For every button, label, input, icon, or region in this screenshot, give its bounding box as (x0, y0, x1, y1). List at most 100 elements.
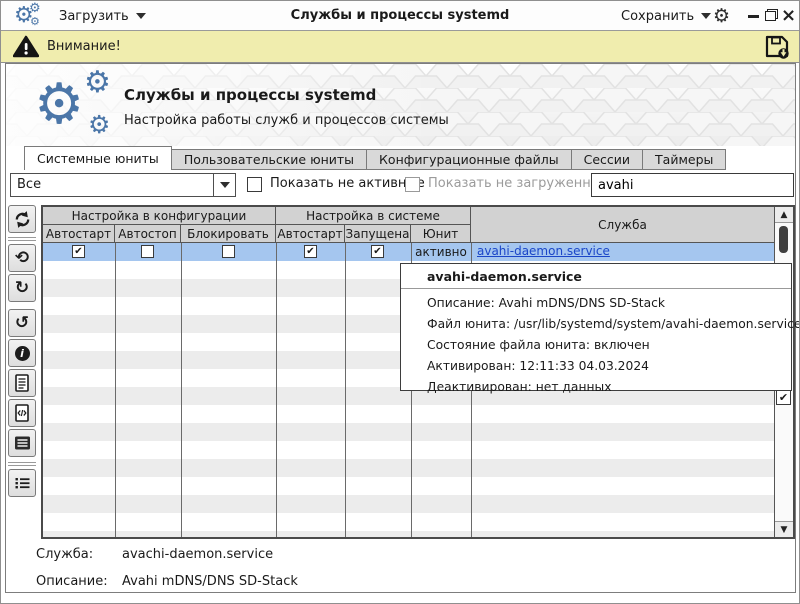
save-to-disk-icon[interactable] (764, 34, 791, 60)
show-unloaded-checkbox[interactable] (405, 177, 420, 192)
tab-bar: Системные юниты Пользовательские юниты К… (24, 146, 726, 170)
check-icon: ✔ (779, 391, 788, 404)
group-header-config: Настройка в конфигурации (43, 207, 276, 225)
document-icon (14, 374, 30, 392)
column-divider (115, 243, 116, 537)
autostart-system-checkbox[interactable]: ✔ (304, 245, 317, 258)
column-header-unit[interactable]: Юнит (411, 225, 471, 243)
settings-gear-icon[interactable]: ⚙ (713, 4, 730, 28)
gear-icon: ⚙ (29, 2, 41, 15)
status-service-label: Служба: (36, 547, 93, 562)
minimize-button[interactable] (748, 15, 759, 18)
service-link[interactable]: avahi-daemon.service (477, 244, 610, 258)
undo-icon: ↺ (15, 315, 29, 332)
stray-checked-checkbox[interactable]: ✔ (776, 390, 791, 405)
list-icon (14, 475, 31, 491)
restore-button[interactable] (765, 9, 778, 21)
column-header-running[interactable]: Запущена (345, 225, 411, 243)
app-gears-icon: ⚙ ⚙ ⚙ (14, 2, 48, 30)
gear-icon: ⚙ (34, 77, 84, 133)
combobox-value: Все (17, 174, 41, 195)
info-button[interactable]: i (8, 339, 36, 367)
info-icon: i (15, 346, 30, 361)
scrollbar-thumb[interactable] (779, 226, 788, 253)
show-inactive-checkbox[interactable] (247, 177, 262, 192)
chevron-down-icon (701, 13, 711, 19)
chevron-down-icon (136, 13, 146, 19)
history-icon: ⟲ (15, 250, 29, 267)
app-logo-gears: ⚙ ⚙ ⚙ (34, 68, 126, 142)
autostart-config-checkbox[interactable]: ✔ (72, 245, 85, 258)
history-restore-button[interactable]: ⟲ (8, 244, 36, 272)
tooltip-unit-file: Файл юнита: /usr/lib/systemd/system/avah… (401, 310, 791, 331)
panel-icon (14, 435, 31, 451)
column-divider (276, 243, 277, 537)
tooltip-unit-file-state: Состояние файла юнита: включен (401, 331, 791, 352)
tab-config-files[interactable]: Конфигурационные файлы (367, 149, 572, 170)
code-file-icon (14, 404, 30, 422)
hero-band: ⚙ ⚙ ⚙ Службы и процессы systemd Настройк… (6, 64, 795, 146)
show-unloaded-label: Показать не загруженные (428, 176, 609, 191)
undo-button[interactable]: ↺ (8, 309, 36, 337)
column-divider (181, 243, 182, 537)
autostop-checkbox[interactable] (141, 245, 154, 258)
list-button[interactable] (8, 469, 36, 497)
status-description-value: Avahi mDNS/DNS SD-Stack (122, 574, 298, 589)
page-title: Службы и процессы systemd (124, 86, 376, 104)
tooltip-title: avahi-daemon.service (401, 264, 791, 289)
toolbar-separator (8, 237, 36, 241)
tab-user-units[interactable]: Пользовательские юниты (172, 149, 367, 170)
scroll-up-button[interactable]: ▲ (775, 207, 793, 223)
check-icon: ✔ (74, 246, 82, 257)
search-input[interactable] (591, 173, 794, 197)
status-description-label: Описание: (36, 574, 108, 589)
warning-label: Внимание! (47, 31, 121, 63)
refresh-button[interactable] (8, 205, 36, 233)
refresh-icon (13, 210, 32, 229)
check-icon: ✔ (306, 246, 314, 257)
load-menu-button[interactable]: Загрузить (59, 1, 146, 31)
block-checkbox[interactable] (222, 245, 235, 258)
chevron-down-icon (220, 182, 230, 188)
redo-button[interactable]: ↻ (8, 274, 36, 302)
load-menu-label: Загрузить (59, 9, 129, 24)
column-header-autostart-system[interactable]: Автостарт (276, 225, 345, 243)
tooltip-deactivated: Деактивирован: нет данных (401, 373, 791, 394)
gear-icon: ⚙ (88, 112, 110, 137)
save-menu-label: Сохранить (621, 9, 694, 24)
edit-unit-file-button[interactable] (8, 399, 36, 427)
combobox-dropdown-button[interactable] (213, 174, 235, 196)
scroll-down-button[interactable]: ▼ (775, 521, 793, 537)
gear-icon: ⚙ (30, 16, 40, 27)
view-file-button[interactable] (8, 369, 36, 397)
content-frame: ⚙ ⚙ ⚙ Службы и процессы systemd Настройк… (5, 63, 796, 593)
category-combobox[interactable]: Все (10, 173, 236, 197)
page-subtitle: Настройка работы служб и процессов систе… (124, 113, 449, 128)
tooltip-description: Описание: Avahi mDNS/DNS SD-Stack (401, 289, 791, 310)
warning-bar: Внимание! (1, 31, 799, 63)
gear-icon: ⚙ (84, 68, 111, 98)
tab-sessions[interactable]: Сессии (572, 149, 643, 170)
arrow-up-icon: ▲ (781, 210, 788, 220)
toolbar-separator (8, 462, 36, 466)
redo-icon: ↻ (15, 280, 29, 297)
tab-timers[interactable]: Таймеры (643, 149, 726, 170)
column-header-autostart-config[interactable]: Автостарт (43, 225, 115, 243)
status-service-value: avachi-daemon.service (122, 547, 273, 562)
close-button[interactable]: × (781, 4, 796, 28)
column-header-service[interactable]: Служба (471, 207, 774, 243)
arrow-down-icon: ▼ (781, 525, 788, 535)
table-row-selected[interactable]: ✔ ✔ ✔ (43, 243, 774, 261)
warning-triangle-icon (13, 35, 39, 59)
column-header-autostop[interactable]: Автостоп (115, 225, 181, 243)
journal-button[interactable] (8, 429, 36, 457)
running-checkbox[interactable]: ✔ (371, 245, 384, 258)
titlebar: ⚙ ⚙ ⚙ Загрузить Службы и процессы system… (1, 1, 799, 31)
column-divider (345, 243, 346, 537)
app-window: ⚙ ⚙ ⚙ Загрузить Службы и процессы system… (0, 0, 800, 604)
show-inactive-label: Показать не активные (270, 176, 425, 191)
group-header-system: Настройка в системе (276, 207, 471, 225)
column-header-block[interactable]: Блокировать (181, 225, 276, 243)
tab-system-units[interactable]: Системные юниты (24, 146, 172, 170)
save-menu-button[interactable]: Сохранить (621, 1, 711, 31)
